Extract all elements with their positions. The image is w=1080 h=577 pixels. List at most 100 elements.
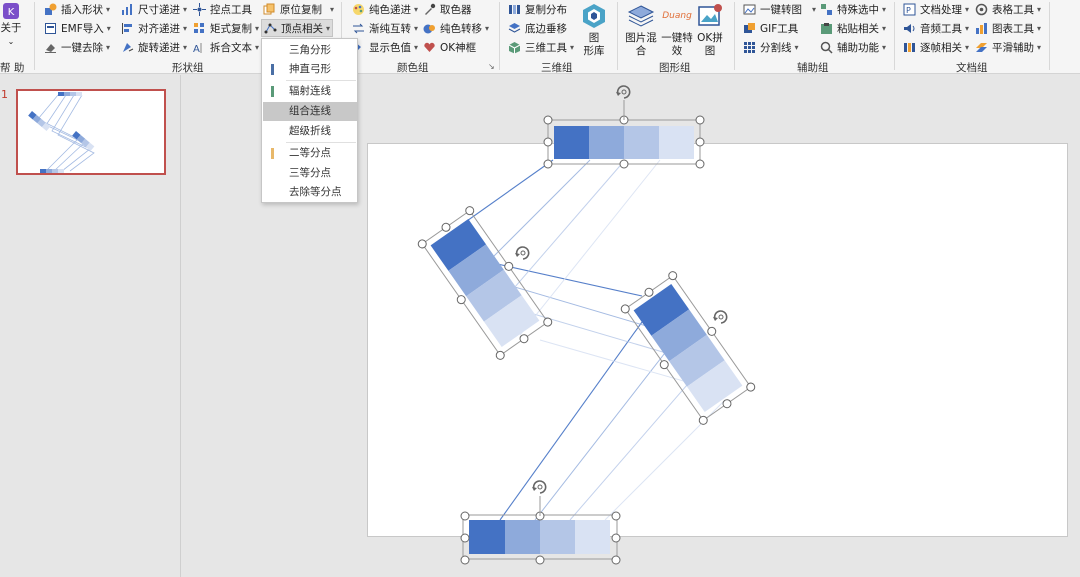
insert-shape-button[interactable]: 插入形状 ▾ (44, 0, 110, 18)
assist-group-label: 辅助组 (797, 62, 829, 74)
shape-group-top[interactable] (543, 85, 705, 169)
three-d-tools-button[interactable]: 三维工具 ▾ (508, 38, 574, 56)
vertex-related-label: 顶点相关 (281, 22, 323, 35)
distribute-icon (508, 3, 521, 16)
shape-library-label-2: 形库 (583, 45, 605, 57)
gif-tool-label: GIF工具 (760, 22, 799, 35)
puzzle-image-icon (696, 2, 724, 30)
audio-tools-button[interactable]: 音频工具 ▾ (903, 19, 969, 37)
one-click-effect-label-2: 效 (671, 45, 683, 57)
one-click-remove-button[interactable]: 一键去除 ▾ (44, 38, 110, 56)
split-line-button[interactable]: 分割线 ▾ (743, 38, 799, 56)
align-increment-button[interactable]: 对齐递进 ▾ (121, 19, 187, 37)
paste-related-button[interactable]: 粘贴相关 ▾ (820, 19, 886, 37)
ok-eyedropper-button[interactable]: OK神框 (423, 38, 476, 56)
control-point-tool-button[interactable]: 控点工具 (193, 0, 252, 18)
shape-group-label: 形状组 (172, 62, 204, 74)
separator (617, 2, 618, 70)
frame-related-button[interactable]: 逐帧相关 ▾ (903, 38, 969, 56)
smooth-assist-button[interactable]: 平滑辅助 ▾ (975, 38, 1041, 56)
bottom-perpendicular-button[interactable]: 底边垂移 (508, 19, 567, 37)
assist-function-button[interactable]: 辅助功能 ▾ (820, 38, 886, 56)
eraser-icon (44, 41, 57, 54)
solid-transfer-button[interactable]: 纯色转移 ▾ (423, 19, 489, 37)
ribbon-toolbar: K 关于 ⌄ 帮 助 插入形状 ▾ EMF导入 ▾ 一键去除 ▾ 尺寸递进 ▾ 对齐递进… (0, 0, 1080, 74)
color-group-label: 颜色组 (397, 62, 429, 74)
image-mix-button[interactable]: 图片混 合 (625, 2, 657, 58)
color-picker-button[interactable]: 取色器 (423, 0, 472, 18)
gif-icon (743, 22, 756, 35)
one-click-remove-label: 一键去除 (61, 41, 103, 54)
in-place-copy-label: 原位复制 (280, 3, 322, 16)
slide-thumbnail[interactable] (16, 89, 166, 175)
in-place-copy-button[interactable]: 原位复制 ▾ (263, 0, 334, 18)
menu-item-label: 超级折线 (289, 125, 331, 137)
special-select-button[interactable]: 特殊选中 ▾ (820, 0, 886, 18)
rotate-increment-label: 旋转递进 (138, 41, 180, 54)
menu-item-straighten-arc[interactable]: 抻直弓形 (263, 60, 357, 79)
size-bars-icon (121, 3, 134, 16)
control-point-tool-label: 控点工具 (210, 3, 252, 16)
gradient-solid-label: 渐纯互转 (369, 22, 411, 35)
about-caret-icon: ⌄ (7, 37, 15, 46)
hexagon-icon (580, 2, 608, 30)
slide-thumbnail-panel: 1 (0, 75, 181, 577)
gradient-solid-button[interactable]: 渐纯互转 ▾ (352, 19, 418, 37)
palette-icon (352, 3, 365, 16)
rotate-handle-icon[interactable] (615, 85, 631, 99)
bar-chart-icon (975, 22, 988, 35)
ok-heart-icon (423, 41, 436, 54)
color-picker-label: 取色器 (440, 3, 472, 16)
picture-icon (743, 3, 756, 16)
svg-text:P: P (906, 6, 911, 15)
shape-library-button[interactable]: 图 形库 (580, 2, 608, 58)
cube-icon (508, 41, 521, 54)
one-click-convert-button[interactable]: 一键转图 ▾ (743, 0, 816, 18)
mark-icon (271, 148, 274, 159)
table-tools-label: 表格工具 (992, 3, 1034, 16)
image-mix-label-1: 图片混 (625, 32, 657, 44)
separator (499, 2, 500, 70)
about-label: 关于 (0, 22, 22, 34)
one-click-effect-button[interactable]: Duang 一键特 效 (660, 2, 694, 58)
paste-icon (820, 22, 833, 35)
menu-item-label: 组合连线 (289, 105, 331, 117)
size-increment-button[interactable]: 尺寸递进 ▾ (121, 0, 187, 18)
rotate-increment-button[interactable]: 旋转递进 ▾ (121, 38, 187, 56)
solid-increment-label: 纯色递进 (369, 3, 411, 16)
special-select-icon (820, 3, 833, 16)
emf-import-button[interactable]: EMF导入 ▾ (44, 19, 111, 37)
vertex-icon (264, 22, 277, 35)
solid-increment-button[interactable]: 纯色递进 ▾ (352, 0, 418, 18)
menu-item-super-polyline[interactable]: 超级折线 (263, 122, 357, 141)
vertex-related-button[interactable]: 顶点相关 ▾ (261, 19, 334, 37)
copy-distribute-button[interactable]: 复制分布 (508, 0, 567, 18)
rotate-icon (121, 41, 134, 54)
svg-text:K: K (8, 7, 15, 18)
copy-icon (263, 3, 276, 16)
ok-puzzle-button[interactable]: OK拼 图 (696, 2, 724, 58)
doc-processing-button[interactable]: P 文档处理 ▾ (903, 0, 969, 18)
separator (34, 2, 35, 70)
frame-related-label: 逐帧相关 (920, 41, 962, 54)
dialog-launcher-icon[interactable]: ↘ (488, 62, 495, 71)
ok-puzzle-label-1: OK拼 (697, 32, 723, 44)
menu-item-radial-lines[interactable]: 辐射连线 (263, 82, 357, 101)
gradient-swap-icon (352, 22, 365, 35)
duang-effect-icon: Duang (662, 2, 692, 30)
menu-item-triangle-fractal[interactable]: 三角分形 (263, 41, 357, 60)
menu-item-remove-points[interactable]: 去除等分点 (263, 183, 357, 202)
separator (734, 2, 735, 70)
menu-item-trisect-point[interactable]: 三等分点 (263, 164, 357, 183)
matrix-copy-button[interactable]: 矩式复制 ▾ (193, 19, 259, 37)
show-color-value-button[interactable]: 显示色值 ▾ (352, 38, 418, 56)
chart-tools-button[interactable]: 图表工具 ▾ (975, 19, 1041, 37)
menu-item-group-connect[interactable]: 组合连线 (263, 102, 357, 121)
split-text-button[interactable]: A 拆合文本 ▾ (193, 38, 259, 56)
gif-tool-button[interactable]: GIF工具 (743, 19, 798, 37)
table-tools-button[interactable]: 表格工具 ▾ (975, 0, 1041, 18)
ok-eyedropper-label: OK神框 (440, 41, 477, 54)
about-button[interactable]: K 关于 ⌄ (0, 2, 22, 48)
menu-item-label: 三角分形 (289, 44, 331, 56)
menu-item-bisect-point[interactable]: 二等分点 (263, 144, 357, 163)
